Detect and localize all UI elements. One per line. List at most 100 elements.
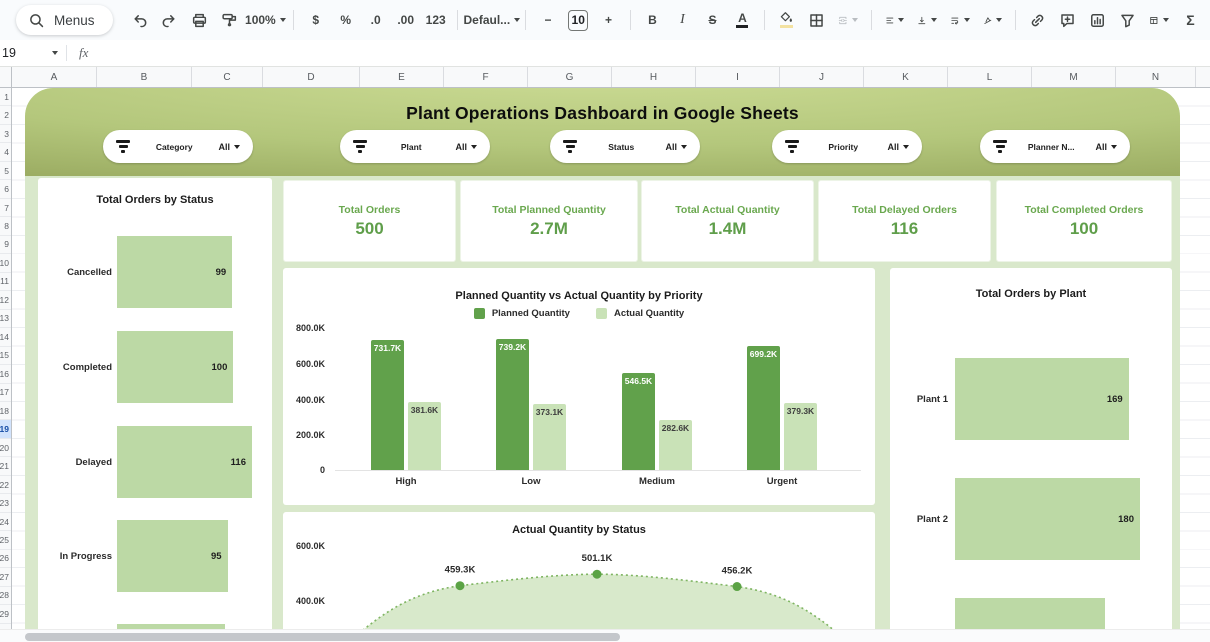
paint-format-button[interactable] <box>218 7 241 33</box>
chart-total-orders-by-plant[interactable]: Total Orders by Plant Plant 1169Plant 21… <box>890 268 1172 642</box>
insert-chart-button[interactable] <box>1086 7 1109 33</box>
filter-pill-priority[interactable]: Priority All <box>772 130 922 163</box>
italic-button[interactable]: I <box>671 7 694 33</box>
column-header-C[interactable]: C <box>192 67 263 87</box>
row-header-14[interactable]: 14 <box>0 328 11 346</box>
row-header-10[interactable]: 10 <box>0 254 11 272</box>
row-header-13[interactable]: 13 <box>0 310 11 328</box>
row-header-23[interactable]: 23 <box>0 494 11 512</box>
format-percent-button[interactable]: % <box>334 7 357 33</box>
text-rotation-button[interactable] <box>980 7 1006 33</box>
chart-planned-vs-actual-by-priority[interactable]: Planned Quantity vs Actual Quantity by P… <box>283 268 875 505</box>
column-header-N[interactable]: N <box>1116 67 1196 87</box>
text-color-button[interactable]: A <box>731 7 754 33</box>
redo-button[interactable] <box>158 7 181 33</box>
row-header-7[interactable]: 7 <box>0 199 11 217</box>
select-all-corner[interactable] <box>0 67 12 87</box>
font-family-control[interactable]: Defaul... <box>468 7 515 33</box>
column-header-E[interactable]: E <box>360 67 444 87</box>
column-header-H[interactable]: H <box>612 67 696 87</box>
fill-color-button[interactable] <box>775 7 798 33</box>
row-header-12[interactable]: 12 <box>0 291 11 309</box>
filter-value[interactable]: All <box>455 142 477 152</box>
increase-font-size-button[interactable]: + <box>597 7 620 33</box>
row-header-9[interactable]: 9 <box>0 236 11 254</box>
menus-button[interactable]: Menus <box>16 5 113 35</box>
column-header-K[interactable]: K <box>864 67 948 87</box>
column-header-A[interactable]: A <box>12 67 97 87</box>
row-header-22[interactable]: 22 <box>0 476 11 494</box>
column-header-F[interactable]: F <box>444 67 528 87</box>
filter-pill-planner-name[interactable]: Planner N... All <box>980 130 1130 163</box>
sheet-grid[interactable]: 1234567891011121314151617181920212223242… <box>0 88 1210 642</box>
format-currency-button[interactable]: $ <box>304 7 327 33</box>
row-header-1[interactable]: 1 <box>0 88 11 106</box>
filter-value[interactable]: All <box>665 142 687 152</box>
row-header-29[interactable]: 29 <box>0 605 11 623</box>
name-box[interactable]: 19 <box>0 46 66 60</box>
filter-pill-plant[interactable]: Plant All <box>340 130 490 163</box>
insert-comment-button[interactable] <box>1056 7 1079 33</box>
row-header-8[interactable]: 8 <box>0 217 11 235</box>
decrease-decimal-button[interactable]: .0 <box>364 7 387 33</box>
zoom-control[interactable]: 100% <box>248 7 284 33</box>
functions-button[interactable]: Σ <box>1179 7 1202 33</box>
kpi-total-actual-quantity[interactable]: Total Actual Quantity 1.4M <box>641 180 814 262</box>
row-header-6[interactable]: 6 <box>0 180 11 198</box>
column-header-M[interactable]: M <box>1032 67 1116 87</box>
create-filter-button[interactable] <box>1116 7 1139 33</box>
row-header-21[interactable]: 21 <box>0 457 11 475</box>
row-header-11[interactable]: 11 <box>0 273 11 291</box>
row-header-18[interactable]: 18 <box>0 402 11 420</box>
horizontal-align-button[interactable] <box>882 7 908 33</box>
filter-value[interactable]: All <box>218 142 240 152</box>
vertical-align-button[interactable] <box>914 7 940 33</box>
increase-decimal-button[interactable]: .00 <box>394 7 417 33</box>
row-header-2[interactable]: 2 <box>0 106 11 124</box>
column-header-I[interactable]: I <box>696 67 780 87</box>
chart-total-orders-by-status[interactable]: Total Orders by Status Cancelled99Comple… <box>38 178 272 642</box>
column-header-B[interactable]: B <box>97 67 192 87</box>
kpi-total-planned-quantity[interactable]: Total Planned Quantity 2.7M <box>460 180 638 262</box>
row-header-27[interactable]: 27 <box>0 568 11 586</box>
column-header-D[interactable]: D <box>263 67 360 87</box>
row-header-19[interactable]: 19 <box>0 420 11 438</box>
column-header-L[interactable]: L <box>948 67 1032 87</box>
strikethrough-button[interactable]: S <box>701 7 724 33</box>
text-wrap-button[interactable] <box>947 7 973 33</box>
row-header-16[interactable]: 16 <box>0 365 11 383</box>
decrease-font-size-button[interactable]: − <box>536 7 559 33</box>
row-header-4[interactable]: 4 <box>0 143 11 161</box>
undo-button[interactable] <box>128 7 151 33</box>
filter-pill-category[interactable]: Category All <box>103 130 253 163</box>
table-views-button[interactable] <box>1146 7 1172 33</box>
row-headers[interactable]: 1234567891011121314151617181920212223242… <box>0 88 12 642</box>
row-header-28[interactable]: 28 <box>0 587 11 605</box>
row-header-25[interactable]: 25 <box>0 531 11 549</box>
kpi-total-orders[interactable]: Total Orders 500 <box>283 180 456 262</box>
filter-value[interactable]: All <box>1095 142 1117 152</box>
row-header-17[interactable]: 17 <box>0 384 11 402</box>
kpi-total-completed-orders[interactable]: Total Completed Orders 100 <box>996 180 1172 262</box>
filter-pill-status[interactable]: Status All <box>550 130 700 163</box>
row-header-26[interactable]: 26 <box>0 550 11 568</box>
row-header-5[interactable]: 5 <box>0 162 11 180</box>
chart-actual-quantity-by-status[interactable]: Actual Quantity by Status 600.0K400.0K45… <box>283 512 875 642</box>
column-header-J[interactable]: J <box>780 67 864 87</box>
horizontal-scrollbar[interactable] <box>0 629 1210 642</box>
bold-button[interactable]: B <box>641 7 664 33</box>
row-header-24[interactable]: 24 <box>0 513 11 531</box>
scrollbar-thumb[interactable] <box>25 633 620 641</box>
merge-cells-button[interactable] <box>835 7 861 33</box>
row-header-15[interactable]: 15 <box>0 347 11 365</box>
kpi-total-delayed-orders[interactable]: Total Delayed Orders 116 <box>818 180 991 262</box>
borders-button[interactable] <box>805 7 828 33</box>
column-header-G[interactable]: G <box>528 67 612 87</box>
print-button[interactable] <box>188 7 211 33</box>
row-header-20[interactable]: 20 <box>0 439 11 457</box>
filter-value[interactable]: All <box>887 142 909 152</box>
font-size-input[interactable]: 10 <box>568 10 587 31</box>
row-header-3[interactable]: 3 <box>0 125 11 143</box>
number-format-button[interactable]: 123 <box>424 7 447 33</box>
insert-link-button[interactable] <box>1026 7 1049 33</box>
